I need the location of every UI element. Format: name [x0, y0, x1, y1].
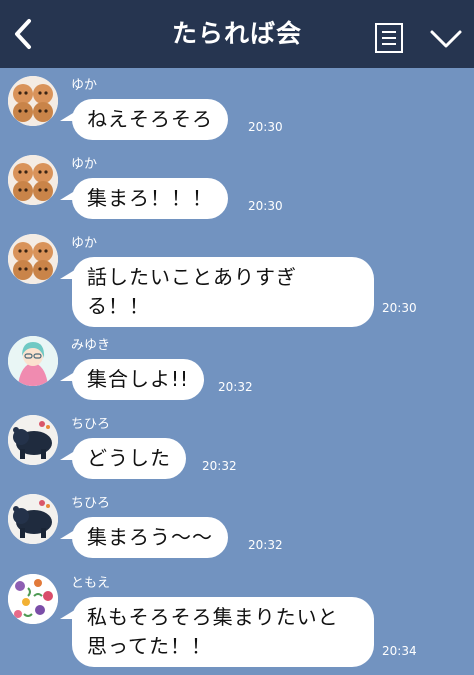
sender-name: ともえ [71, 576, 111, 591]
sender-name: ちひろ [71, 417, 111, 432]
cat-avatar-icon [8, 155, 58, 205]
timestamp: 20:30 [248, 199, 283, 213]
avatar-cat[interactable] [8, 155, 58, 205]
sender-name: ゆか [71, 157, 98, 172]
avatar-floral[interactable] [8, 574, 58, 624]
sender-name: みゆき [71, 338, 111, 353]
sender-name: ゆか [71, 78, 98, 93]
woman-avatar-icon [8, 336, 58, 386]
menu-button[interactable] [374, 22, 404, 54]
message-bubble[interactable]: どうした [72, 438, 186, 479]
message-bubble[interactable]: 私もそろそろ集まりたいと思ってた！！ [72, 597, 374, 667]
floral-avatar-icon [8, 574, 58, 624]
chevron-down-icon [430, 30, 462, 48]
message-bubble[interactable]: 集まろう〜〜 [72, 517, 228, 558]
message-bubble[interactable]: ねえそろそろ [72, 99, 228, 140]
avatar-bear[interactable] [8, 415, 58, 465]
avatar-bear[interactable] [8, 494, 58, 544]
bear-avatar-icon [8, 494, 58, 544]
timestamp: 20:30 [248, 120, 283, 134]
message-bubble[interactable]: 集まろ！！！ [72, 178, 228, 219]
timestamp: 20:32 [218, 380, 253, 394]
timestamp: 20:30 [382, 301, 417, 315]
avatar-cat[interactable] [8, 76, 58, 126]
message-bubble[interactable]: 集合しよ!! [72, 359, 205, 400]
avatar-cat[interactable] [8, 234, 58, 284]
cat-avatar-icon [8, 234, 58, 284]
document-list-icon [375, 23, 403, 53]
chat-header: たられば会 [0, 0, 474, 68]
message-list[interactable]: ゆか ねえそろそろ 20:30 ゆか 集まろ！！！ 20:30 ゆか 話したいこ… [0, 68, 474, 675]
timestamp: 20:32 [202, 459, 237, 473]
message-bubble[interactable]: 話したいことありすぎる！！ [72, 257, 374, 327]
cat-avatar-icon [8, 76, 58, 126]
timestamp: 20:32 [248, 538, 283, 552]
sender-name: ゆか [71, 236, 98, 251]
bear-avatar-icon [8, 415, 58, 465]
timestamp: 20:34 [382, 644, 417, 658]
collapse-button[interactable] [426, 24, 466, 52]
sender-name: ちひろ [71, 496, 111, 511]
avatar-woman[interactable] [8, 336, 58, 386]
